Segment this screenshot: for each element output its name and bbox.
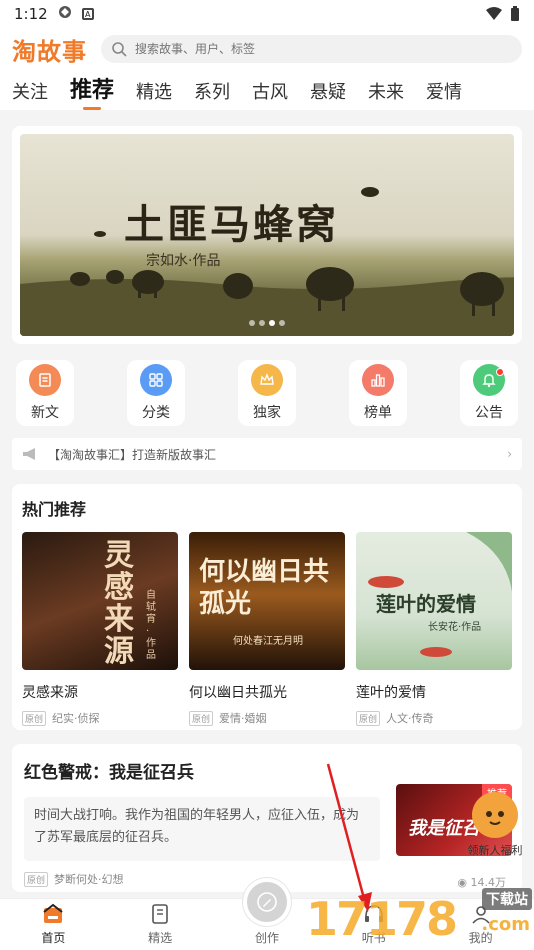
book-genre: 爱情·婚姻: [219, 712, 267, 725]
banner-image: 土匪马蜂窝 宗如水·作品: [20, 134, 514, 336]
cover-title: 何以幽日共孤光: [199, 557, 330, 619]
original-tag: 原创: [24, 871, 49, 887]
quick-exclusive-label: 独家: [253, 405, 281, 421]
banner-title: 土匪马蜂窝: [124, 201, 339, 248]
tab-mystery[interactable]: 悬疑: [310, 78, 346, 104]
document-icon: [29, 364, 61, 396]
grid-icon: [140, 364, 172, 396]
banner-subtitle: 宗如水·作品: [146, 253, 221, 269]
quick-announcement-label: 公告: [475, 405, 503, 421]
book-title: 何以幽日共孤光: [189, 685, 287, 701]
battery-icon: [511, 6, 519, 21]
megaphone-icon: [23, 448, 35, 460]
cover-author: 何处春江无月明: [233, 636, 303, 647]
quick-ranking-label: 榜单: [364, 405, 392, 421]
book-title: 灵感来源: [22, 685, 78, 701]
quick-category-button[interactable]: 分类: [127, 360, 185, 426]
nav-create-label: 创作: [254, 931, 279, 945]
cover-title: 灵感来源: [104, 538, 134, 669]
tab-future[interactable]: 未来: [368, 78, 404, 104]
crown-icon: [251, 364, 283, 396]
nav-featured[interactable]: 精选: [125, 902, 195, 946]
cover-author: 自轼宵·作品: [146, 590, 156, 661]
original-tag: 原创: [356, 710, 381, 726]
newbie-gift-float[interactable]: 领新人福利: [460, 792, 530, 858]
tab-featured[interactable]: 精选: [136, 78, 172, 104]
quick-announcement-button[interactable]: 公告: [460, 360, 518, 426]
quick-ranking-button[interactable]: 榜单: [349, 360, 407, 426]
book-cover: 莲叶的爱情 长安花·作品: [356, 532, 512, 670]
book-card[interactable]: 灵感来源 自轼宵·作品 灵感来源 原创 纪实·侦探: [22, 532, 178, 726]
category-tabs: 关注 推荐 精选 系列 古风 悬疑 未来 爱情: [0, 70, 534, 110]
tab-series[interactable]: 系列: [194, 78, 230, 104]
watermark-domain: .com: [481, 914, 530, 935]
story-card[interactable]: 红色警戒：我是征召兵 时间大战打响。我作为祖国的年轻男人，应征入伍，成为了苏军最…: [12, 744, 522, 892]
book-card[interactable]: 何以幽日共孤光 何处春江无月明 何以幽日共孤光 原创 爱情·婚姻: [189, 532, 345, 726]
story-author: 梦断何处·幻想: [54, 873, 124, 886]
pen-icon: [242, 878, 291, 926]
cover-title: 莲叶的爱情: [376, 592, 476, 616]
app-logo[interactable]: 淘故事: [12, 32, 87, 67]
book-icon: [152, 904, 168, 924]
quick-category-label: 分类: [142, 405, 170, 421]
section-title: 热门推荐: [22, 500, 87, 519]
book-title: 莲叶的爱情: [356, 685, 426, 701]
a-status-icon: A: [81, 8, 94, 20]
book-cover: 灵感来源 自轼宵·作品: [22, 532, 178, 670]
story-title: 红色警戒：我是征召兵: [24, 763, 194, 783]
nav-featured-label: 精选: [148, 931, 173, 945]
cat-mascot-icon: [472, 792, 518, 838]
quick-new-button[interactable]: 新文: [16, 360, 74, 426]
quick-exclusive-button[interactable]: 独家: [238, 360, 296, 426]
book-card[interactable]: 莲叶的爱情 长安花·作品 莲叶的爱情 原创 人文·传奇: [356, 532, 512, 726]
unread-dot: [496, 368, 504, 376]
quick-entries: 新文 分类 独家 榜单 公告: [12, 344, 522, 426]
app-status-icon: [58, 5, 72, 23]
notice-bar[interactable]: 【淘淘故事汇】打造新版故事汇 ›: [12, 438, 522, 470]
original-tag: 原创: [22, 710, 47, 726]
notice-text: 【淘淘故事汇】打造新版故事汇: [48, 447, 217, 462]
carousel-indicator: [249, 320, 285, 326]
banner-carousel[interactable]: 土匪马蜂窝 宗如水·作品: [12, 126, 522, 344]
story-excerpt: 时间大战打响。我作为祖国的年轻男人，应征入伍，成为了苏军最底层的征召兵。: [24, 797, 380, 861]
search-input[interactable]: [135, 42, 512, 56]
status-time: 1:12: [14, 5, 48, 23]
book-cover: 何以幽日共孤光 何处春江无月明: [189, 532, 345, 670]
chevron-right-icon: ›: [507, 447, 512, 461]
book-genre: 人文·传奇: [386, 712, 434, 725]
newbie-gift-label: 领新人福利: [467, 844, 523, 857]
book-genre: 纪实·侦探: [52, 712, 100, 725]
chart-icon: [362, 364, 394, 396]
app-header: 淘故事: [0, 28, 534, 70]
watermark-sub: 下载站: [482, 888, 532, 910]
quick-new-label: 新文: [31, 405, 59, 421]
nav-home[interactable]: 首页: [18, 902, 88, 946]
cover-author: 长安花·作品: [428, 622, 482, 633]
wifi-icon: [486, 7, 502, 20]
watermark-logo-text: 17178: [306, 892, 458, 946]
home-icon: [43, 903, 64, 923]
search-icon: [112, 42, 127, 57]
nav-home-label: 首页: [41, 931, 66, 945]
nav-create[interactable]: 创作: [232, 878, 302, 946]
tab-romance[interactable]: 爱情: [426, 78, 462, 104]
site-watermark: 17178 下载站 .com: [306, 884, 534, 950]
hot-recommend-section: 热门推荐 灵感来源 自轼宵·作品 灵感来源 原创 纪实·侦探 何以幽日共孤光 何处…: [12, 484, 522, 730]
search-bar[interactable]: [101, 35, 522, 63]
tab-ancient[interactable]: 古风: [252, 78, 288, 104]
tab-recommend[interactable]: 推荐: [70, 72, 114, 104]
tab-follow[interactable]: 关注: [12, 78, 48, 104]
status-bar: 1:12 A: [0, 0, 534, 28]
original-tag: 原创: [189, 710, 214, 726]
